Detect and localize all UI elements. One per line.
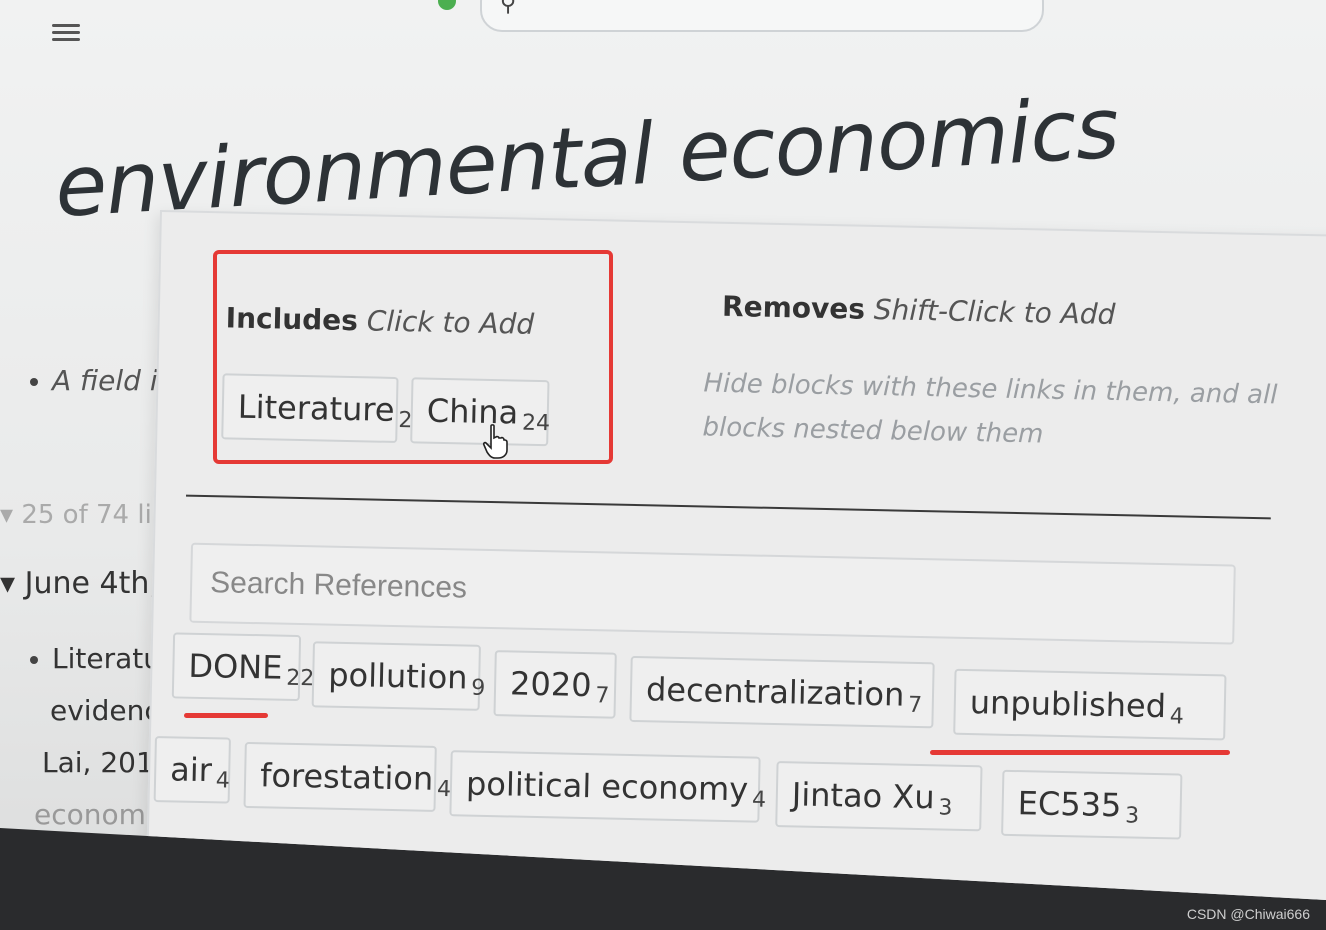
removes-description: Hide blocks with these links in them, an… xyxy=(702,368,1278,450)
reference-chip[interactable]: unpublished 4 xyxy=(953,668,1227,741)
caret-icon: ▾ xyxy=(0,500,22,530)
reference-chip[interactable]: air 4 xyxy=(153,736,231,804)
list-item-text: econom xyxy=(34,798,146,831)
reference-chip[interactable]: EC535 3 xyxy=(1001,769,1183,840)
menu-icon[interactable] xyxy=(52,20,80,48)
search-icon: ⚲ xyxy=(500,0,517,17)
caret-icon: ▾ xyxy=(0,566,25,601)
reference-chip[interactable]: Jintao Xu 3 xyxy=(775,761,983,832)
list-item: Literatu xyxy=(30,642,161,675)
reference-chip[interactable]: decentralization 7 xyxy=(629,655,935,729)
top-search-bar[interactable]: ⚲ xyxy=(480,0,1044,32)
unpublished-underline-annotation xyxy=(930,750,1230,755)
search-references-input[interactable]: Search References xyxy=(189,542,1236,645)
app-screen: ⚲ environmental economics A field in Ec … xyxy=(0,0,1326,900)
divider xyxy=(186,494,1271,520)
list-item-text: evidenc xyxy=(50,694,160,727)
reference-chip[interactable]: pollution 9 xyxy=(311,641,486,711)
removes-header: Removes Shift-Click to Add xyxy=(721,289,1116,332)
hand-cursor-icon xyxy=(482,424,508,459)
reference-chip[interactable]: political economy 4 xyxy=(449,750,766,823)
includes-highlight-annotation xyxy=(213,250,613,464)
reference-chip[interactable]: DONE 22 xyxy=(171,632,314,702)
bullet-icon xyxy=(30,378,38,386)
bullet-icon xyxy=(30,656,38,664)
reference-chip[interactable]: 2020 7 xyxy=(493,650,617,719)
list-item-text: Lai, 201 xyxy=(42,746,154,779)
done-underline-annotation xyxy=(184,713,268,718)
sync-status-icon xyxy=(438,0,456,10)
watermark: CSDN @Chiwai666 xyxy=(1186,906,1310,922)
reference-chip[interactable]: forestation 4 xyxy=(243,741,451,812)
